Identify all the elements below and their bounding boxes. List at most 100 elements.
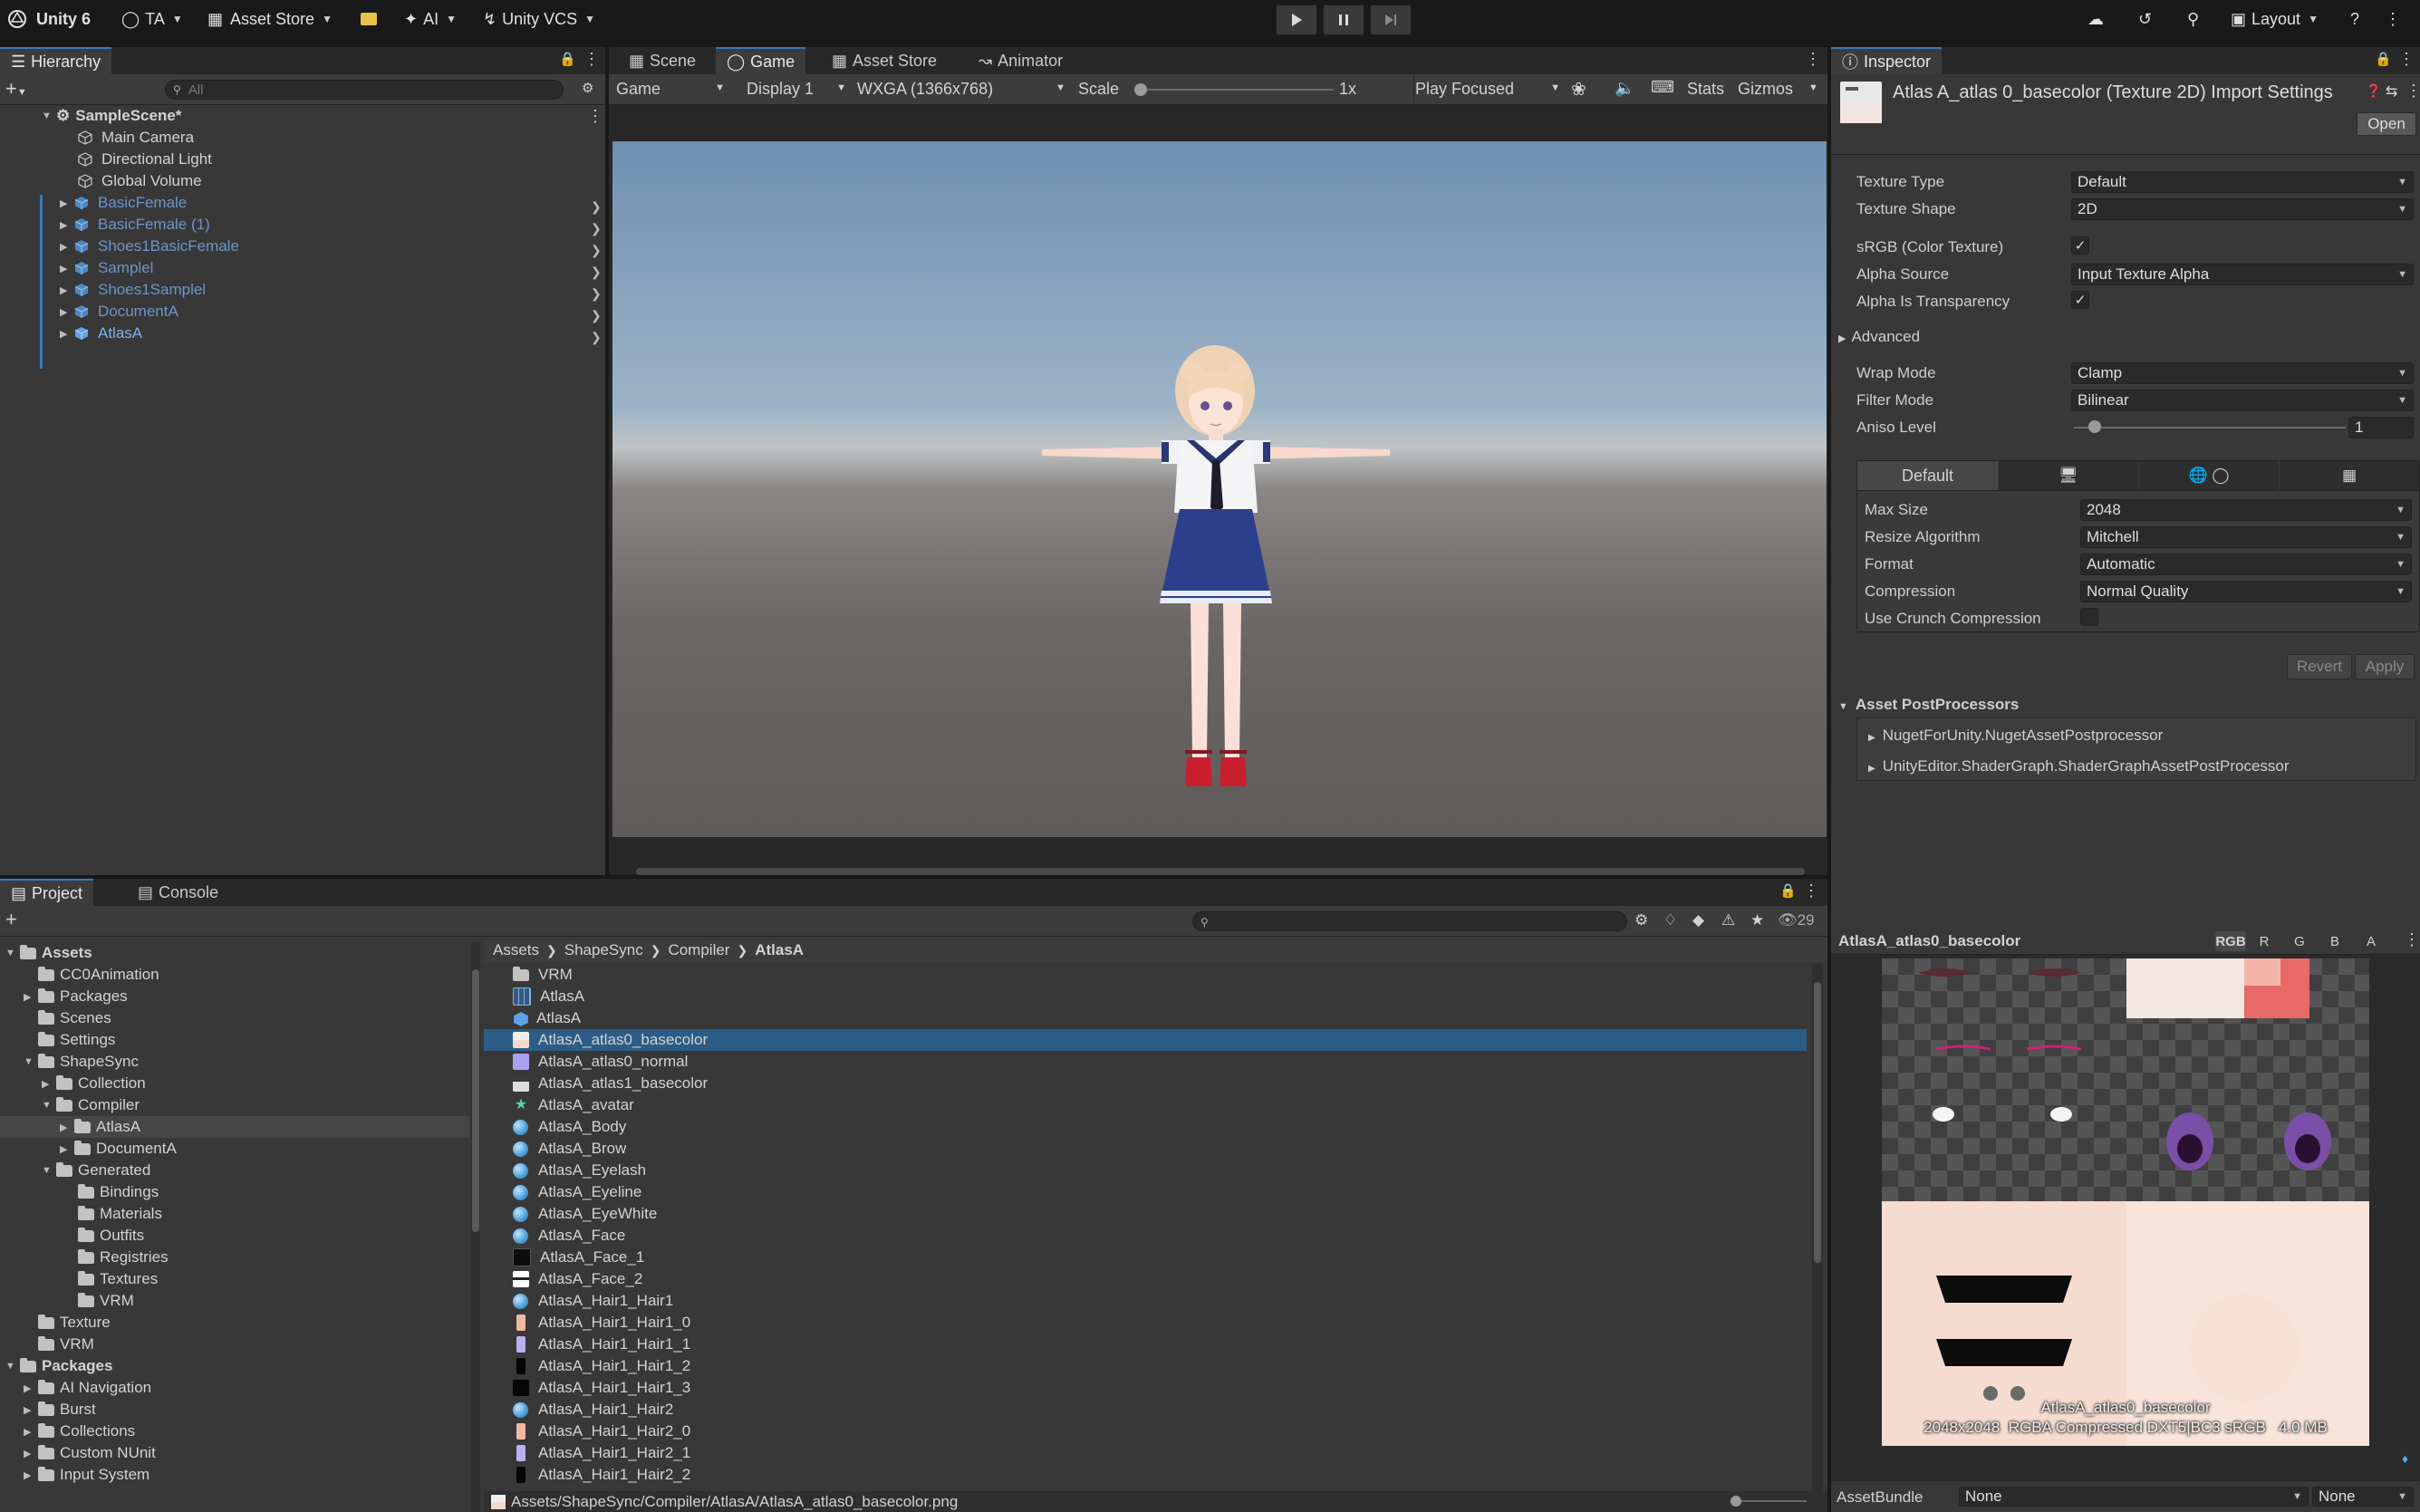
file-item[interactable]: AtlasA_Face_2: [513, 1268, 642, 1290]
more-vertical-icon[interactable]: ⋮: [2398, 50, 2415, 69]
platform-tab-windows[interactable]: ▦: [2280, 461, 2419, 490]
srgb-checkbox[interactable]: ✓: [2071, 236, 2089, 255]
channel-rgb[interactable]: RGB: [2215, 931, 2246, 951]
tree-item[interactable]: Registries: [78, 1247, 169, 1268]
more-vertical-icon[interactable]: ⋮: [2404, 930, 2420, 949]
tree-item[interactable]: ▼ Generated: [42, 1160, 150, 1181]
scale-slider[interactable]: [1134, 89, 1334, 91]
unity-menu-button[interactable]: Unity 6: [7, 5, 91, 33]
more-vertical-icon[interactable]: ⋮: [587, 107, 603, 126]
display-dropdown[interactable]: Display 1 ▼: [747, 80, 846, 99]
file-item[interactable]: AtlasA_Hair1_Hair2_1: [513, 1442, 690, 1464]
postprocessor-item[interactable]: ▶ NugetForUnity.NugetAssetPostprocessor: [1868, 727, 2163, 745]
hierarchy-item-prefab[interactable]: ▶ DocumentA: [60, 301, 178, 323]
file-item[interactable]: AtlasA_Face_1: [513, 1247, 644, 1268]
icon-size-slider-handle[interactable]: [1731, 1496, 1741, 1507]
apply-button[interactable]: Apply: [2355, 654, 2415, 679]
more-vertical-icon[interactable]: ⋮: [583, 50, 600, 69]
horizontal-scrollbar[interactable]: [636, 868, 1805, 875]
more-vertical-icon[interactable]: ⋮: [1803, 881, 1819, 900]
hierarchy-item-prefab[interactable]: ▶ AtlasA: [60, 323, 142, 344]
prefab-open-arrows[interactable]: ❯ ❯ ❯ ❯ ❯ ❯ ❯: [591, 196, 602, 348]
tree-item[interactable]: Textures: [78, 1268, 158, 1290]
platform-tab-standalone[interactable]: 🖥: [1999, 461, 2138, 490]
tab-asset-store[interactable]: ▦ Asset Store: [821, 47, 948, 74]
tab-hierarchy[interactable]: ☰ Hierarchy: [0, 47, 112, 74]
tree-item[interactable]: ▶ Collection: [42, 1073, 146, 1094]
file-list-scrollbar[interactable]: [1812, 964, 1823, 1491]
alpha-transparency-checkbox[interactable]: ✓: [2071, 291, 2089, 309]
tree-item[interactable]: ▶ Input System: [24, 1464, 149, 1486]
lock-icon[interactable]: 🔒: [1779, 882, 1797, 899]
game-viewport[interactable]: [612, 141, 1827, 837]
hierarchy-item-prefab[interactable]: ▶ BasicFemale (1): [60, 214, 210, 236]
lock-icon[interactable]: 🔒: [2375, 51, 2392, 67]
tree-item[interactable]: ▶ DocumentA: [60, 1138, 177, 1160]
ai-dropdown[interactable]: ✦ AI ▼: [404, 5, 457, 33]
tab-inspector[interactable]: ⓘ Inspector: [1831, 47, 1943, 74]
channel-r[interactable]: R: [2253, 931, 2275, 951]
preset-icon[interactable]: ⇆: [2386, 82, 2397, 101]
texture-preview[interactable]: [1882, 958, 2369, 1446]
search-type-icon[interactable]: ⚙: [582, 80, 593, 96]
help-icon[interactable]: ❓: [2366, 83, 2381, 99]
texture-shape-dropdown[interactable]: 2D ▼: [2071, 198, 2414, 220]
tab-animator[interactable]: ↝ Animator: [968, 47, 1074, 74]
file-item[interactable]: AtlasA_Brow: [513, 1138, 626, 1160]
cloud-button[interactable]: ☁: [2087, 5, 2104, 33]
hierarchy-item-prefab[interactable]: ▶ Samplel: [60, 257, 153, 279]
more-vertical-icon[interactable]: ⋮: [1805, 50, 1821, 69]
file-item[interactable]: VRM: [513, 964, 573, 986]
scale-slider-handle[interactable]: [1134, 83, 1147, 96]
platform-tab-web[interactable]: 🌐 ◯: [2139, 461, 2279, 490]
tree-item[interactable]: ▶ Collections: [24, 1421, 135, 1442]
hierarchy-item[interactable]: Directional Light: [78, 149, 212, 170]
scene-row[interactable]: ▼ ⚙ SampleScene*: [42, 105, 181, 127]
bug-icon[interactable]: ❀: [1571, 78, 1586, 101]
tree-item[interactable]: ▶ Custom NUnit: [24, 1442, 156, 1464]
file-item[interactable]: AtlasA_EyeWhite: [513, 1203, 657, 1225]
tab-game[interactable]: ◯ Game: [716, 47, 806, 74]
audio-icon[interactable]: 🔈: [1615, 79, 1634, 98]
file-item[interactable]: AtlasA_Hair1_Hair2: [513, 1399, 673, 1421]
tree-item[interactable]: ▶ Packages: [24, 986, 128, 1007]
asset-store-dropdown[interactable]: ▦ Asset Store ▼: [207, 5, 333, 33]
tree-item[interactable]: Bindings: [78, 1181, 159, 1203]
file-item[interactable]: AtlasA: [513, 986, 584, 1007]
stats-button[interactable]: Stats: [1687, 80, 1724, 99]
tree-item[interactable]: VRM: [78, 1290, 134, 1312]
channel-b[interactable]: B: [2324, 931, 2346, 951]
layout-dropdown[interactable]: ▣ Layout ▼: [2231, 5, 2319, 33]
star-icon[interactable]: ★: [1750, 911, 1764, 929]
wrap-mode-dropdown[interactable]: Clamp ▼: [2071, 362, 2414, 384]
tab-console[interactable]: ▤ Console: [127, 879, 229, 906]
vcs-dropdown[interactable]: ↯ Unity VCS ▼: [483, 5, 595, 33]
tree-item[interactable]: Outfits: [78, 1225, 144, 1247]
aniso-level-input[interactable]: 1: [2348, 417, 2414, 438]
postprocessors-foldout[interactable]: ▼ Asset PostProcessors: [1838, 696, 2019, 714]
play-mode-dropdown[interactable]: Play Focused ▼: [1415, 80, 1560, 99]
file-item[interactable]: AtlasA_Eyeline: [513, 1181, 641, 1203]
tree-item[interactable]: Settings: [38, 1029, 115, 1051]
label-icon[interactable]: ◆: [1692, 911, 1704, 929]
format-dropdown[interactable]: Automatic ▼: [2080, 554, 2412, 575]
search-by-type-icon[interactable]: ⚙: [1634, 911, 1648, 929]
file-item[interactable]: AtlasA_Hair1_Hair2_2: [513, 1464, 690, 1486]
notification-button[interactable]: [361, 5, 377, 33]
hidden-count[interactable]: 👁29: [1778, 911, 1815, 929]
tree-item[interactable]: Texture: [38, 1312, 111, 1334]
file-item-selected[interactable]: AtlasA_atlas0_basecolor: [484, 1029, 1807, 1051]
channel-g[interactable]: G: [2289, 931, 2310, 951]
tab-scene[interactable]: ▦ Scene: [618, 47, 707, 74]
hierarchy-item-prefab[interactable]: ▶ BasicFemale: [60, 192, 187, 214]
hierarchy-item[interactable]: Main Camera: [78, 127, 194, 149]
file-item[interactable]: AtlasA_Hair1_Hair1: [513, 1290, 673, 1312]
resolution-dropdown[interactable]: WXGA (1366x768) ▼: [857, 80, 1065, 99]
open-button[interactable]: Open: [2357, 112, 2416, 136]
postprocessor-item[interactable]: ▶ UnityEditor.ShaderGraph.ShaderGraphAsse…: [1868, 757, 2290, 775]
file-item[interactable]: AtlasA: [513, 1007, 581, 1029]
file-item[interactable]: ★ AtlasA_avatar: [513, 1094, 634, 1116]
tree-item[interactable]: Scenes: [38, 1007, 111, 1029]
hierarchy-item-prefab[interactable]: ▶ Shoes1Samplel: [60, 279, 206, 301]
tree-item[interactable]: ▶ AI Navigation: [24, 1377, 151, 1399]
